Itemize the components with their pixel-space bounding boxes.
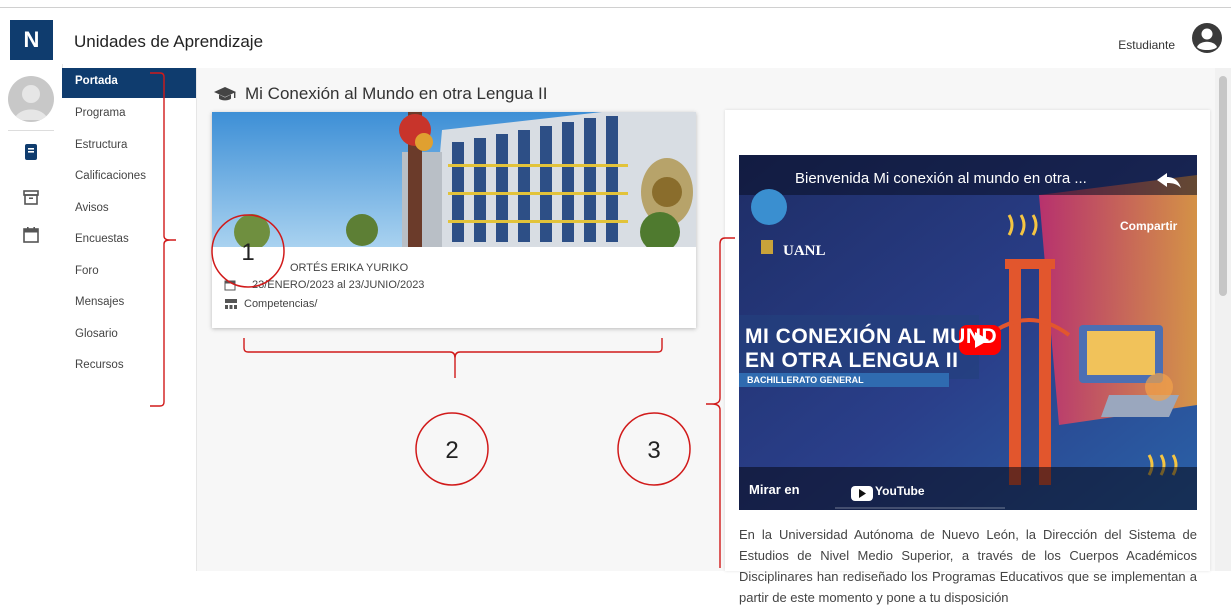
video-title[interactable]: Bienvenida Mi conexión al mundo en otra … bbox=[795, 170, 1087, 187]
book-icon[interactable] bbox=[22, 143, 40, 161]
youtube-logo[interactable]: YouTube bbox=[875, 484, 925, 498]
watch-on-label[interactable]: Mirar en bbox=[749, 482, 800, 497]
intro-panel: Bienvenida Mi conexión al mundo en otra … bbox=[725, 110, 1210, 605]
page-title: Unidades de Aprendizaje bbox=[74, 32, 264, 51]
menu-item-glosario[interactable]: Glosario bbox=[62, 319, 196, 351]
logo-letter: N bbox=[23, 27, 40, 52]
rail-divider bbox=[8, 130, 54, 131]
top-header: Unidades de Aprendizaje Estudiante bbox=[62, 12, 1231, 69]
campus-photo bbox=[212, 112, 696, 247]
menu-item-programa[interactable]: Programa bbox=[62, 98, 196, 130]
user-role[interactable]: Estudiante bbox=[1118, 38, 1175, 52]
top-divider bbox=[0, 7, 1231, 8]
youtube-video[interactable]: Bienvenida Mi conexión al mundo en otra … bbox=[739, 155, 1197, 510]
uanl-brand: UANL bbox=[783, 243, 826, 259]
icon-rail bbox=[0, 64, 63, 571]
user-avatar[interactable] bbox=[8, 76, 54, 122]
menu-item-foro[interactable]: Foro bbox=[62, 256, 196, 288]
share-button[interactable]: Compartir bbox=[1120, 219, 1177, 233]
course-dates: 23/ENERO/2023 al 23/JUNIO/2023 bbox=[252, 279, 425, 291]
menu-item-calificaciones[interactable]: Calificaciones bbox=[62, 161, 196, 193]
calendar-small-icon bbox=[224, 280, 236, 291]
menu-item-recursos[interactable]: Recursos bbox=[62, 350, 196, 382]
hierarchy-icon bbox=[225, 299, 237, 309]
menu-item-mensajes[interactable]: Mensajes bbox=[62, 287, 196, 319]
app-logo[interactable]: N bbox=[10, 20, 53, 60]
menu-item-avisos[interactable]: Avisos bbox=[62, 193, 196, 225]
graduation-cap-icon bbox=[214, 87, 236, 101]
menu-item-estructura[interactable]: Estructura bbox=[62, 130, 196, 162]
course-menu: Portada Programa Estructura Calificacion… bbox=[62, 68, 197, 571]
scrollbar-thumb[interactable] bbox=[1219, 76, 1227, 296]
thumb-heading-line2: EN OTRA LENGUA II bbox=[745, 349, 959, 372]
competencies-link[interactable]: Competencias/ bbox=[244, 298, 317, 310]
teacher-name: ORTÉS ERIKA YURIKO bbox=[290, 262, 409, 274]
menu-item-encuestas[interactable]: Encuestas bbox=[62, 224, 196, 256]
dates-row: 23/ENERO/2023 al 23/JUNIO/2023 bbox=[224, 279, 424, 291]
calendar-icon[interactable] bbox=[22, 226, 40, 244]
thumb-subheading: BACHILLERATO GENERAL bbox=[747, 375, 864, 385]
page-scrollbar[interactable] bbox=[1215, 68, 1231, 571]
menu-item-portada[interactable]: Portada bbox=[62, 68, 196, 98]
intro-paragraph: En la Universidad Autónoma de Nuevo León… bbox=[739, 527, 1197, 605]
course-title: Mi Conexión al Mundo en otra Lengua II bbox=[245, 84, 548, 103]
competencies-row[interactable]: Competencias/ bbox=[224, 298, 317, 310]
thumb-heading-line1: MI CONEXIÓN AL MUND bbox=[745, 325, 998, 348]
teacher-row: ORTÉS ERIKA YURIKO bbox=[224, 262, 408, 274]
archive-icon[interactable] bbox=[22, 188, 40, 206]
account-icon[interactable] bbox=[1191, 22, 1223, 54]
main-content: Mi Conexión al Mundo en otra Lengua II O… bbox=[197, 68, 1215, 605]
course-card[interactable]: ORTÉS ERIKA YURIKO 23/ENERO/2023 al 23/J… bbox=[212, 112, 696, 328]
course-heading: Mi Conexión al Mundo en otra Lengua II bbox=[213, 84, 547, 104]
